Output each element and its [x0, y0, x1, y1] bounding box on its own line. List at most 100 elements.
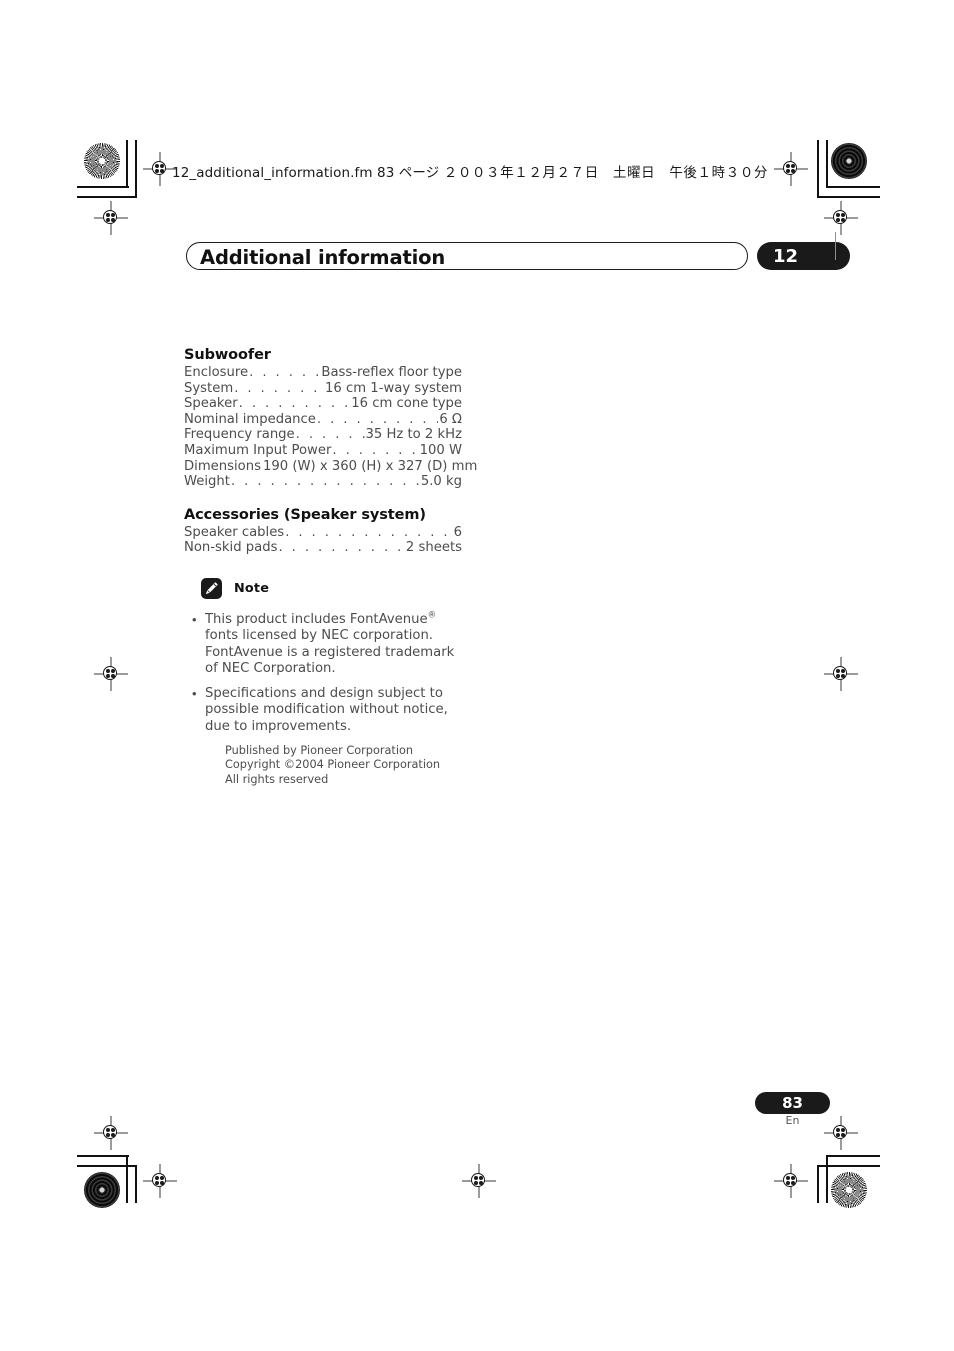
trim-line-top-right-horizontal: [828, 186, 880, 188]
dot-leader: . . . . . . . . . . . . . .: [332, 442, 419, 458]
registration-mark-left-middle: [94, 657, 128, 691]
trim-line-bottom-left-inner-vertical: [135, 1165, 137, 1203]
copyright-publisher: Published by Pioneer Corporation: [225, 744, 414, 757]
registration-mark-left-lower: [94, 1116, 128, 1150]
spec-label: Speaker cables: [184, 524, 285, 540]
page-number: 83: [782, 1094, 803, 1112]
color-rosette-bottom-left: [84, 1172, 120, 1208]
spec-value: 6 Ω: [439, 411, 462, 427]
copyright-block: Published by Pioneer Corporation Copyrig…: [225, 744, 440, 787]
specifications-column: Subwoofer Enclosure . . . . . . . . . . …: [184, 347, 477, 556]
color-rosette-bottom-right: [831, 1172, 867, 1208]
trim-line-bottom-left-vertical: [126, 1155, 128, 1203]
registration-mark-right-middle: [824, 657, 858, 691]
spec-value: 5.0 kg: [420, 474, 462, 490]
spec-value: 190 (W) x 360 (H) x 327 (D) mm: [262, 458, 478, 474]
section-heading-subwoofer: Subwoofer: [184, 347, 271, 363]
dot-leader: . . . . . . . . . . . . .: [249, 365, 320, 380]
spec-list-accessories: Speaker cables . . . . . . . . . . . . .…: [184, 525, 462, 556]
copyright-rights: All rights reserved: [225, 772, 329, 786]
trim-line-top-left-vertical: [126, 140, 128, 188]
note-text-after: fonts licensed by NEC corporation. FontA…: [205, 628, 455, 676]
trim-line-top-left-horizontal: [77, 186, 129, 188]
note-text-before: This product includes FontAvenue: [205, 612, 428, 627]
dot-leader: . . . . . . . . . . . . .: [295, 427, 365, 443]
note-label: Note: [234, 581, 270, 596]
spec-value: 35 Hz to 2 kHz: [365, 427, 463, 443]
spec-label: Non-skid pads: [184, 540, 278, 556]
spec-row: System . . . . . . . . . . . . . . . . 1…: [184, 381, 462, 397]
registration-mark-bottom-center: [462, 1164, 496, 1198]
spec-row: Enclosure . . . . . . . . . . . . . Bass…: [184, 365, 462, 381]
bullet-marker: •: [192, 686, 197, 702]
pencil-icon: [201, 578, 222, 599]
chapter-title-bar: Additional information: [186, 242, 748, 270]
trim-line-top-right-inner-vertical: [817, 140, 819, 197]
page-title: Additional information: [200, 246, 446, 269]
file-info-date: ２００３年１２月２７日 土曜日 午後１時３０分: [443, 165, 769, 181]
spec-value: 16 cm 1-way system: [325, 380, 462, 396]
spec-row: Maximum Input Power . . . . . . . . . . …: [184, 443, 462, 459]
dot-leader: . . . . . . . . . . . . . . . . . . .: [316, 411, 438, 427]
registration-mark-bottom-left-lower: [143, 1164, 177, 1198]
spec-label: Frequency range: [184, 427, 295, 443]
trim-line-bottom-right-inner-vertical: [817, 1165, 819, 1203]
trim-line-top-right-inner-horizontal: [817, 196, 880, 198]
spec-row: Speaker . . . . . . . . . . . . . . . . …: [184, 396, 462, 412]
dot-leader: . . . . . . . . . . . . . . . . . . . .: [278, 540, 404, 556]
color-rosette-top-left: [84, 143, 120, 179]
page-number-badge: 83: [755, 1092, 830, 1114]
trim-line-bottom-left-horizontal: [77, 1155, 129, 1157]
spec-value: 6: [453, 524, 462, 540]
page-language-code: En: [785, 1114, 800, 1127]
trim-line-bottom-right-inner-horizontal: [817, 1165, 880, 1167]
section-heading-accessories: Accessories (Speaker system): [184, 506, 426, 523]
dot-leader: . . . . . . . . . . . . . . . . . . . . …: [230, 474, 420, 490]
note-text-before: Specifications and design subject to pos…: [205, 686, 448, 734]
note-text: Specifications and design subject to pos…: [205, 686, 460, 735]
spec-label: Weight: [184, 474, 230, 490]
trim-line-top-left-inner-vertical: [135, 140, 137, 197]
spec-label: Maximum Input Power: [184, 442, 332, 458]
registered-trademark-superscript: ®: [427, 610, 437, 621]
trim-line-top-left-inner-horizontal: [77, 196, 137, 198]
spec-label: Dimensions: [184, 458, 261, 474]
registration-mark-top-right-upper: [774, 152, 808, 186]
spec-row: Dimensions . . . . 190 (W) x 360 (H) x 3…: [184, 458, 477, 475]
spec-label: Nominal impedance: [184, 411, 316, 427]
trim-line-bottom-left-inner-horizontal: [77, 1165, 137, 1167]
dot-leader: . . . . . . . . . . . . . . . .: [234, 380, 324, 396]
file-info-filename: 12_additional_information.fm 83 ページ: [172, 165, 444, 181]
trim-line-bottom-right-horizontal: [828, 1155, 880, 1157]
spec-row: Frequency range . . . . . . . . . . . . …: [184, 427, 462, 443]
spec-value: 100 W: [419, 442, 462, 458]
bullet-marker: •: [192, 612, 197, 627]
document-page: 12_additional_information.fm 83 ページ ２００３…: [0, 0, 954, 1351]
file-info-header: 12_additional_information.fm 83 ページ ２００３…: [172, 161, 768, 181]
registration-mark-left-upper: [94, 201, 128, 235]
trim-line-top-right-vertical: [826, 140, 828, 188]
spec-row: Non-skid pads . . . . . . . . . . . . . …: [184, 540, 462, 556]
spec-label: Enclosure: [184, 365, 249, 380]
spec-row: Nominal impedance . . . . . . . . . . . …: [184, 412, 462, 428]
bleed-tick-top-right: [835, 232, 837, 260]
spec-row: Weight . . . . . . . . . . . . . . . . .…: [184, 474, 462, 490]
spec-label: System: [184, 380, 234, 396]
dot-leader: . . . . . . . . . . . . . . . . . . . . …: [285, 524, 452, 540]
spec-label: Speaker: [184, 396, 238, 412]
spec-value: Bass-reflex floor type: [321, 365, 462, 380]
spec-row: Speaker cables . . . . . . . . . . . . .…: [184, 525, 462, 541]
note-list: • This product includes FontAvenue® font…: [192, 610, 460, 744]
list-item: • Specifications and design subject to p…: [192, 686, 460, 735]
color-rosette-top-right: [831, 143, 867, 179]
note-heading: Note: [201, 578, 269, 599]
trim-line-bottom-right-vertical: [826, 1155, 828, 1203]
spec-value: 2 sheets: [405, 540, 462, 556]
chapter-number: 12: [773, 246, 799, 267]
spec-list-subwoofer: Enclosure . . . . . . . . . . . . . Bass…: [184, 365, 477, 490]
spec-value: 16 cm cone type: [351, 396, 462, 412]
list-item: • This product includes FontAvenue® font…: [192, 610, 460, 677]
registration-mark-right-upper: [824, 201, 858, 235]
dot-leader: . . . . . . . . . . . . . . . . . .: [238, 396, 351, 412]
